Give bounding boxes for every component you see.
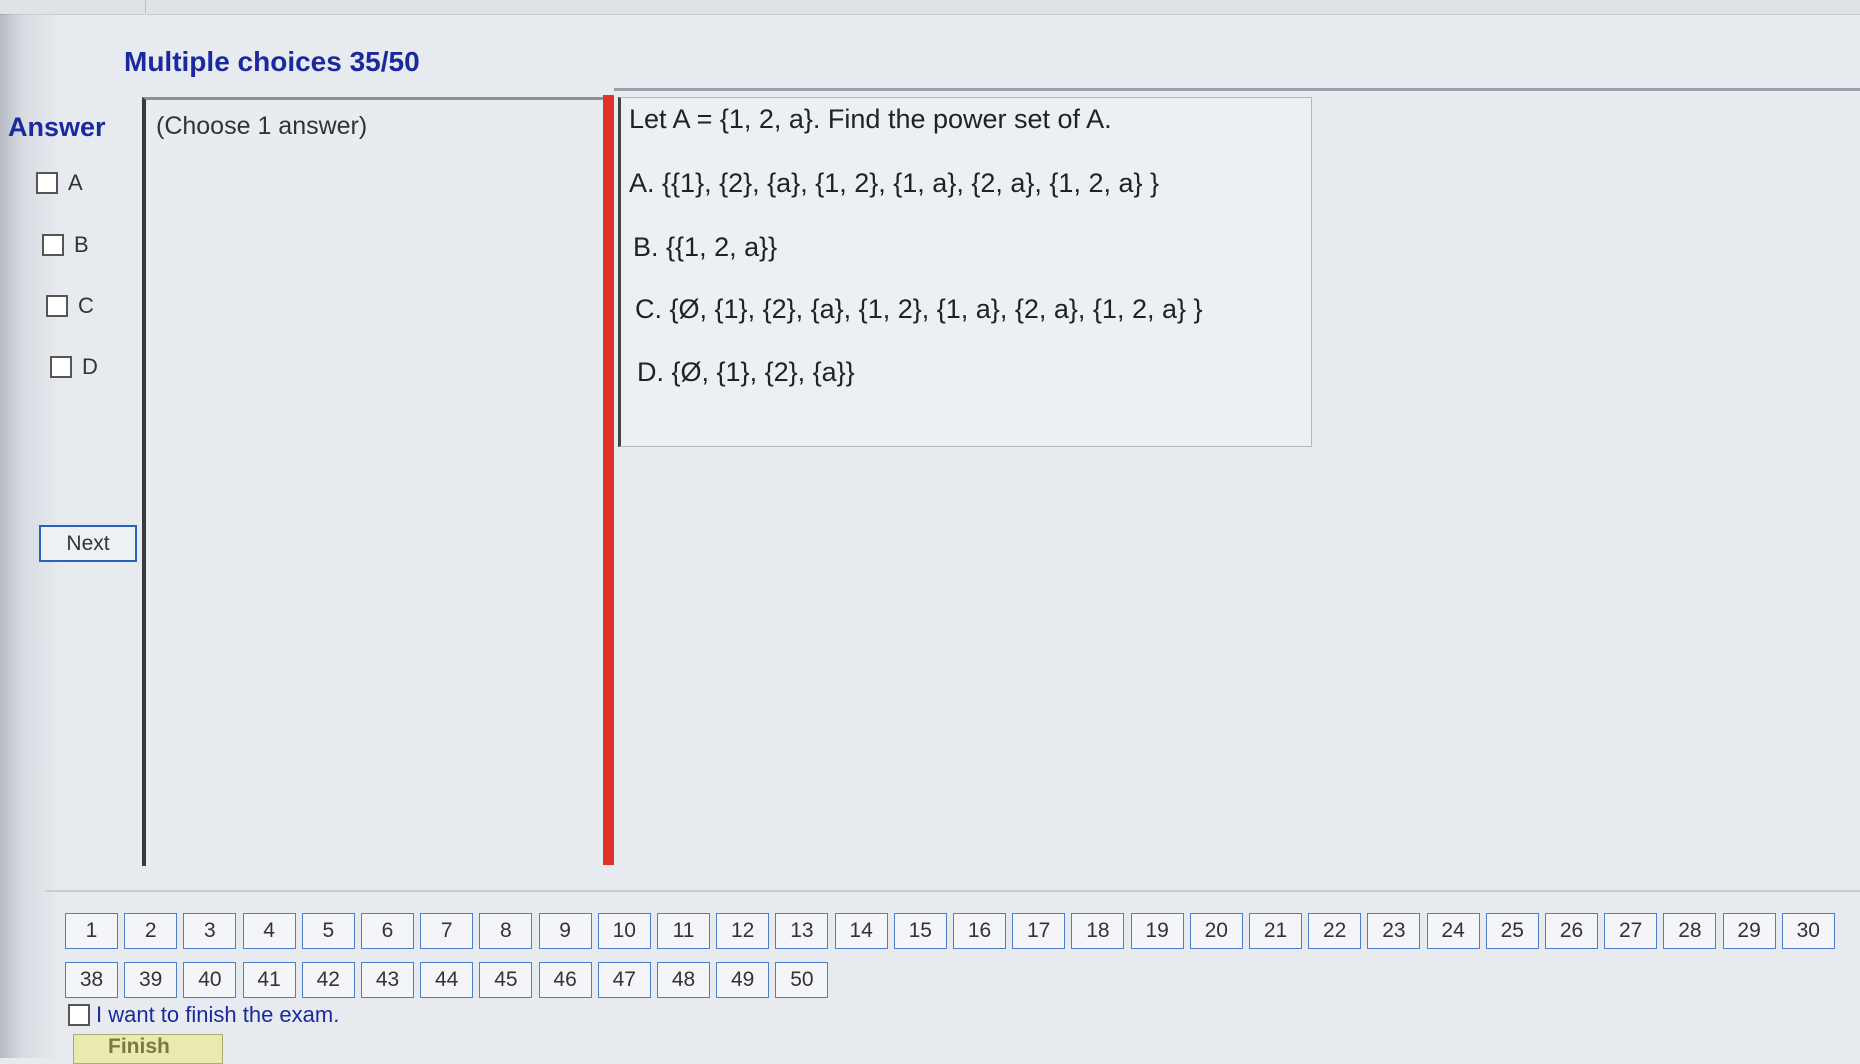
- question-prompt: Let A = {1, 2, a}. Find the power set of…: [629, 104, 1112, 134]
- question-nav-button[interactable]: 41: [242, 962, 296, 998]
- question-nav-button[interactable]: 25: [1485, 913, 1539, 949]
- question-nav-button[interactable]: 3: [183, 913, 237, 949]
- finish-button[interactable]: Finish: [73, 1034, 223, 1064]
- question-nav-button[interactable]: 5: [301, 913, 355, 949]
- choice-d-text: D. {Ø, {1}, {2}, {a}}: [637, 357, 855, 387]
- question-nav-button[interactable]: 16: [953, 913, 1006, 949]
- choice-a-text: A. {{1}, {2}, {a}, {1, 2}, {1, a}, {2, a…: [629, 168, 1160, 198]
- question-nav-button[interactable]: 24: [1426, 913, 1480, 949]
- question-nav-button[interactable]: 19: [1130, 913, 1184, 949]
- question-nav-button[interactable]: 44: [420, 962, 474, 998]
- question-nav-button[interactable]: 2: [124, 913, 178, 949]
- question-panel: Let A = {1, 2, a}. Find the power set of…: [618, 97, 1312, 447]
- frame-line: [614, 88, 1860, 91]
- question-nav-button[interactable]: 20: [1189, 913, 1243, 949]
- question-nav-button[interactable]: 23: [1367, 913, 1421, 949]
- answer-label: Answer: [8, 112, 106, 142]
- question-nav-button[interactable]: 8: [479, 913, 533, 949]
- question-nav-button[interactable]: 26: [1545, 913, 1598, 949]
- checkbox-a[interactable]: [36, 172, 58, 194]
- question-nav-button[interactable]: 39: [124, 962, 178, 998]
- checkbox-d[interactable]: [50, 356, 72, 378]
- question-nav-button[interactable]: 13: [775, 913, 829, 949]
- checkbox-b[interactable]: [42, 234, 64, 256]
- question-nav-button[interactable]: 15: [893, 913, 947, 949]
- question-nav-button[interactable]: 1: [65, 913, 118, 949]
- choose-panel: (Choose 1 answer): [142, 97, 603, 866]
- answer-option-b[interactable]: B: [42, 232, 89, 258]
- choice-b-text: B. {{1, 2, a}}: [633, 232, 778, 262]
- option-letter-c: C: [78, 293, 94, 318]
- question-nav-button[interactable]: 21: [1249, 913, 1302, 949]
- question-nav-button[interactable]: 7: [420, 913, 474, 949]
- option-letter-a: A: [68, 170, 83, 195]
- question-nav-button[interactable]: 4: [242, 913, 296, 949]
- question-nav-button[interactable]: 47: [597, 962, 651, 998]
- question-nav-button[interactable]: 43: [361, 962, 414, 998]
- question-nav-button[interactable]: 30: [1781, 913, 1835, 949]
- question-nav-button[interactable]: 10: [597, 913, 651, 949]
- question-nav-button[interactable]: 40: [183, 962, 237, 998]
- finish-checkbox[interactable]: [68, 1004, 90, 1026]
- choose-instruction: (Choose 1 answer): [156, 112, 368, 140]
- window-tab-fragment: [0, 0, 146, 13]
- option-letter-d: D: [82, 354, 98, 379]
- answer-option-d[interactable]: D: [50, 354, 98, 380]
- question-nav-button[interactable]: 50: [775, 962, 829, 998]
- question-nav-button[interactable]: 38: [65, 962, 118, 998]
- answer-option-a[interactable]: A: [36, 170, 83, 196]
- bottom-divider: [45, 890, 1860, 892]
- answer-option-c[interactable]: C: [46, 293, 94, 319]
- page-title: Multiple choices 35/50: [124, 46, 420, 77]
- next-button[interactable]: Next: [39, 525, 137, 562]
- question-nav-button[interactable]: 12: [716, 913, 770, 949]
- question-nav-button[interactable]: 9: [538, 913, 592, 949]
- question-nav-button[interactable]: 45: [479, 962, 533, 998]
- question-nav-button[interactable]: 28: [1663, 913, 1717, 949]
- question-nav-button[interactable]: 48: [657, 962, 710, 998]
- question-nav-button[interactable]: 6: [361, 913, 414, 949]
- question-nav-button[interactable]: 27: [1604, 913, 1658, 949]
- question-nav-button[interactable]: 18: [1071, 913, 1125, 949]
- finish-confirm[interactable]: I want to finish the exam.: [68, 1002, 339, 1028]
- checkbox-c[interactable]: [46, 295, 68, 317]
- question-nav-button[interactable]: 22: [1308, 913, 1362, 949]
- question-nav-button[interactable]: 29: [1722, 913, 1776, 949]
- question-nav-button[interactable]: 17: [1012, 913, 1066, 949]
- question-nav-button[interactable]: 42: [301, 962, 355, 998]
- top-strip: [0, 0, 1860, 15]
- question-nav-button[interactable]: 14: [834, 913, 888, 949]
- question-nav-button[interactable]: 46: [538, 962, 592, 998]
- question-nav-button[interactable]: 11: [657, 913, 710, 949]
- choice-c-text: C. {Ø, {1}, {2}, {a}, {1, 2}, {1, a}, {2…: [635, 294, 1203, 324]
- finish-checkbox-label: I want to finish the exam.: [96, 1002, 340, 1027]
- option-letter-b: B: [74, 232, 89, 257]
- panel-splitter[interactable]: [603, 95, 614, 865]
- question-nav-button[interactable]: 49: [716, 962, 770, 998]
